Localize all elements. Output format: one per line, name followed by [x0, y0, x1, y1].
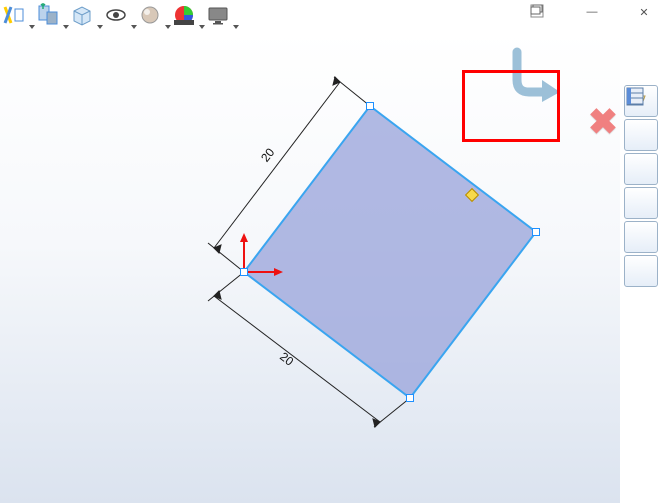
- properties-button[interactable]: [624, 255, 658, 287]
- sketch-viewport[interactable]: ✖ 20 20: [0, 32, 620, 503]
- align-tool[interactable]: [36, 3, 70, 31]
- cube-tool[interactable]: [70, 3, 104, 31]
- close-button[interactable]: ✕: [634, 4, 654, 20]
- next-window-button[interactable]: [556, 4, 576, 20]
- appearance-tool[interactable]: [138, 3, 172, 31]
- dropdown-icon: [199, 25, 205, 29]
- open-button[interactable]: [624, 153, 658, 185]
- color-tool[interactable]: [172, 3, 206, 31]
- appearances-button[interactable]: [624, 221, 658, 253]
- dropdown-icon: [29, 25, 35, 29]
- sketch-canvas: [0, 32, 620, 503]
- dropdown-icon: [63, 25, 69, 29]
- visibility-tool[interactable]: [104, 3, 138, 31]
- dropdown-icon: [97, 25, 103, 29]
- minimize-button[interactable]: —: [582, 4, 602, 20]
- top-toolbar: [2, 2, 240, 32]
- library-button[interactable]: [624, 119, 658, 151]
- task-pane: [624, 85, 658, 287]
- sketch-endpoint[interactable]: [532, 228, 540, 236]
- sketch-endpoint[interactable]: [366, 102, 374, 110]
- window-controls: — ✕: [530, 4, 654, 20]
- sketch-endpoint[interactable]: [406, 394, 414, 402]
- dropdown-icon: [233, 25, 239, 29]
- tiles-button[interactable]: [624, 187, 658, 219]
- sketch-endpoint[interactable]: [240, 268, 248, 276]
- dropdown-icon: [131, 25, 137, 29]
- restore-button[interactable]: [608, 4, 628, 20]
- dropdown-icon: [165, 25, 171, 29]
- auto-dim-tool[interactable]: [2, 3, 36, 31]
- display-tool[interactable]: [206, 3, 240, 31]
